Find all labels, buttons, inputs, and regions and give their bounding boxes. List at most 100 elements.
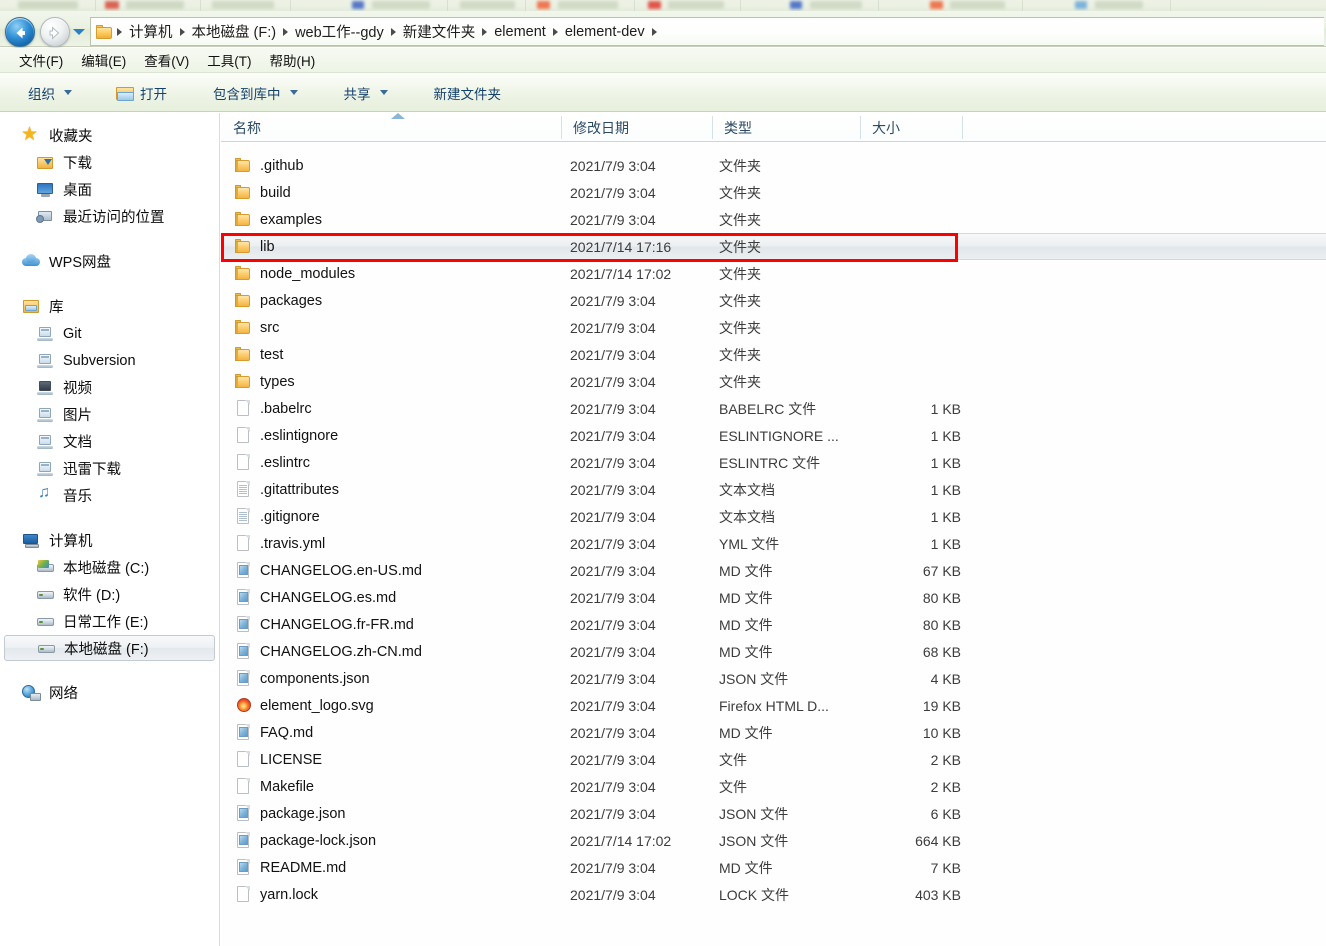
table-row[interactable]: .eslintrc 2021/7/9 3:04 ESLINTRC 文件 1 KB xyxy=(221,449,1326,476)
open-button[interactable]: 打开 xyxy=(108,79,175,107)
share-button[interactable]: 共享 xyxy=(336,79,396,107)
file-name-cell[interactable]: .travis.yml xyxy=(235,535,325,552)
table-row[interactable]: CHANGELOG.en-US.md 2021/7/9 3:04 MD 文件 67 K… xyxy=(221,557,1326,584)
table-row[interactable]: .gitignore 2021/7/9 3:04 文本文档 1 KB xyxy=(221,503,1326,530)
table-row[interactable]: Makefile 2021/7/9 3:04 文件 2 KB xyxy=(221,773,1326,800)
table-row[interactable]: packages 2021/7/9 3:04 文件夹 xyxy=(221,287,1326,314)
menu-tools[interactable]: 工具(T) xyxy=(198,47,260,73)
column-header-name[interactable]: 名称 xyxy=(221,113,561,142)
file-name-cell[interactable]: types xyxy=(235,373,295,390)
table-row[interactable]: element_logo.svg 2021/7/9 3:04 Firefox HTM… xyxy=(221,692,1326,719)
forward-button[interactable] xyxy=(40,17,70,47)
new-folder-button[interactable]: 新建文件夹 xyxy=(426,79,510,107)
file-name-cell[interactable]: .eslintignore xyxy=(235,427,338,444)
table-row[interactable]: lib 2021/7/14 17:16 文件夹 xyxy=(221,233,1326,260)
sidebar-item-documents[interactable]: 文档 xyxy=(0,428,219,455)
breadcrumb-item-0[interactable]: 计算机 xyxy=(124,19,178,44)
back-button[interactable] xyxy=(5,17,35,47)
file-name-cell[interactable]: FAQ.md xyxy=(235,724,313,741)
table-row[interactable]: CHANGELOG.es.md 2021/7/9 3:04 MD 文件 80 KB xyxy=(221,584,1326,611)
file-name-cell[interactable]: .eslintrc xyxy=(235,454,310,471)
table-row[interactable]: FAQ.md 2021/7/9 3:04 MD 文件 10 KB xyxy=(221,719,1326,746)
table-row[interactable]: .eslintignore 2021/7/9 3:04 ESLINTIGNORE .… xyxy=(221,422,1326,449)
table-row[interactable]: .travis.yml 2021/7/9 3:04 YML 文件 1 KB xyxy=(221,530,1326,557)
table-row[interactable]: package.json 2021/7/9 3:04 JSON 文件 6 KB xyxy=(221,800,1326,827)
file-name-cell[interactable]: examples xyxy=(235,211,322,228)
organize-button[interactable]: 组织 xyxy=(20,79,80,107)
sidebar-item-drive-d[interactable]: 软件 (D:) xyxy=(0,581,219,608)
breadcrumb[interactable]: 计算机 本地磁盘 (F:) web工作--gdy 新建文件夹 element e… xyxy=(90,17,1324,46)
menu-help[interactable]: 帮助(H) xyxy=(261,47,325,73)
table-row[interactable]: components.json 2021/7/9 3:04 JSON 文件 4 KB xyxy=(221,665,1326,692)
sidebar-item-recent-places[interactable]: 最近访问的位置 xyxy=(0,203,219,230)
file-name-cell[interactable]: lib xyxy=(235,238,275,255)
file-name-cell[interactable]: .github xyxy=(235,157,304,174)
sidebar-item-desktop[interactable]: 桌面 xyxy=(0,176,219,203)
file-name-cell[interactable]: LICENSE xyxy=(235,751,322,768)
file-name-cell[interactable]: yarn.lock xyxy=(235,886,318,903)
sidebar-group-computer[interactable]: 计算机 xyxy=(0,527,219,554)
breadcrumb-item-3[interactable]: 新建文件夹 xyxy=(398,19,481,44)
column-header-type[interactable]: 类型 xyxy=(712,113,860,142)
table-row[interactable]: node_modules 2021/7/14 17:02 文件夹 xyxy=(221,260,1326,287)
include-in-library-button[interactable]: 包含到库中 xyxy=(205,79,306,107)
file-name-cell[interactable]: build xyxy=(235,184,291,201)
sidebar-item-subversion[interactable]: Subversion xyxy=(0,347,219,374)
sidebar-group-favorites[interactable]: 收藏夹 xyxy=(0,122,219,149)
column-divider[interactable] xyxy=(962,116,963,139)
sidebar-item-pictures[interactable]: 图片 xyxy=(0,401,219,428)
breadcrumb-item-2[interactable]: web工作--gdy xyxy=(290,19,389,44)
file-name-cell[interactable]: CHANGELOG.en-US.md xyxy=(235,562,422,579)
file-name-cell[interactable]: README.md xyxy=(235,859,346,876)
file-name-cell[interactable]: test xyxy=(235,346,283,363)
file-name-cell[interactable]: node_modules xyxy=(235,265,355,282)
table-row[interactable]: .babelrc 2021/7/9 3:04 BABELRC 文件 1 KB xyxy=(221,395,1326,422)
table-row[interactable]: LICENSE 2021/7/9 3:04 文件 2 KB xyxy=(221,746,1326,773)
file-name-cell[interactable]: .babelrc xyxy=(235,400,312,417)
sidebar-item-downloads[interactable]: 下载 xyxy=(0,149,219,176)
file-name-cell[interactable]: package-lock.json xyxy=(235,832,376,849)
table-row[interactable]: package-lock.json 2021/7/14 17:02 JSON 文件 6… xyxy=(221,827,1326,854)
file-name-cell[interactable]: package.json xyxy=(235,805,345,822)
breadcrumb-item-4[interactable]: element xyxy=(489,22,551,42)
sidebar-item-drive-c[interactable]: 本地磁盘 (C:) xyxy=(0,554,219,581)
table-row[interactable]: types 2021/7/9 3:04 文件夹 xyxy=(221,368,1326,395)
table-row[interactable]: CHANGELOG.fr-FR.md 2021/7/9 3:04 MD 文件 80 K… xyxy=(221,611,1326,638)
file-name-cell[interactable]: packages xyxy=(235,292,322,309)
file-name-cell[interactable]: src xyxy=(235,319,279,336)
menu-file[interactable]: 文件(F) xyxy=(10,47,72,73)
table-row[interactable]: yarn.lock 2021/7/9 3:04 LOCK 文件 403 KB xyxy=(221,881,1326,908)
file-name-cell[interactable]: CHANGELOG.zh-CN.md xyxy=(235,643,422,660)
column-header-size[interactable]: 大小 xyxy=(860,113,962,142)
file-name-cell[interactable]: element_logo.svg xyxy=(235,697,374,714)
file-name-cell[interactable]: components.json xyxy=(235,670,370,687)
table-row[interactable]: .gitattributes 2021/7/9 3:04 文本文档 1 KB xyxy=(221,476,1326,503)
breadcrumb-item-5[interactable]: element-dev xyxy=(560,22,650,42)
file-name-cell[interactable]: .gitattributes xyxy=(235,481,339,498)
sidebar-item-drive-e[interactable]: 日常工作 (E:) xyxy=(0,608,219,635)
file-list[interactable]: .github 2021/7/9 3:04 文件夹 build 2021/7/9 3:0… xyxy=(221,142,1326,908)
table-row[interactable]: README.md 2021/7/9 3:04 MD 文件 7 KB xyxy=(221,854,1326,881)
sidebar-item-videos[interactable]: 视频 xyxy=(0,374,219,401)
breadcrumb-item-1[interactable]: 本地磁盘 (F:) xyxy=(187,19,282,44)
sidebar-item-wps-cloud[interactable]: WPS网盘 xyxy=(0,248,219,275)
sidebar-item-thunder-download[interactable]: 迅雷下载 xyxy=(0,455,219,482)
sidebar-item-network[interactable]: 网络 xyxy=(0,679,219,706)
column-header-date[interactable]: 修改日期 xyxy=(561,113,712,142)
sidebar-item-git[interactable]: Git xyxy=(0,320,219,347)
menu-view[interactable]: 查看(V) xyxy=(135,47,198,73)
file-name-cell[interactable]: .gitignore xyxy=(235,508,320,525)
sidebar-item-music[interactable]: 音乐 xyxy=(0,482,219,509)
table-row[interactable]: examples 2021/7/9 3:04 文件夹 xyxy=(221,206,1326,233)
table-row[interactable]: test 2021/7/9 3:04 文件夹 xyxy=(221,341,1326,368)
table-row[interactable]: build 2021/7/9 3:04 文件夹 xyxy=(221,179,1326,206)
file-name-cell[interactable]: CHANGELOG.es.md xyxy=(235,589,396,606)
sidebar-item-drive-f[interactable]: 本地磁盘 (F:) xyxy=(4,635,215,661)
file-name-cell[interactable]: CHANGELOG.fr-FR.md xyxy=(235,616,414,633)
table-row[interactable]: CHANGELOG.zh-CN.md 2021/7/9 3:04 MD 文件 68 K… xyxy=(221,638,1326,665)
table-row[interactable]: .github 2021/7/9 3:04 文件夹 xyxy=(221,152,1326,179)
file-name-cell[interactable]: Makefile xyxy=(235,778,314,795)
sidebar-group-libraries[interactable]: 库 xyxy=(0,293,219,320)
table-row[interactable]: src 2021/7/9 3:04 文件夹 xyxy=(221,314,1326,341)
recent-locations-dropdown-icon[interactable] xyxy=(73,29,85,35)
